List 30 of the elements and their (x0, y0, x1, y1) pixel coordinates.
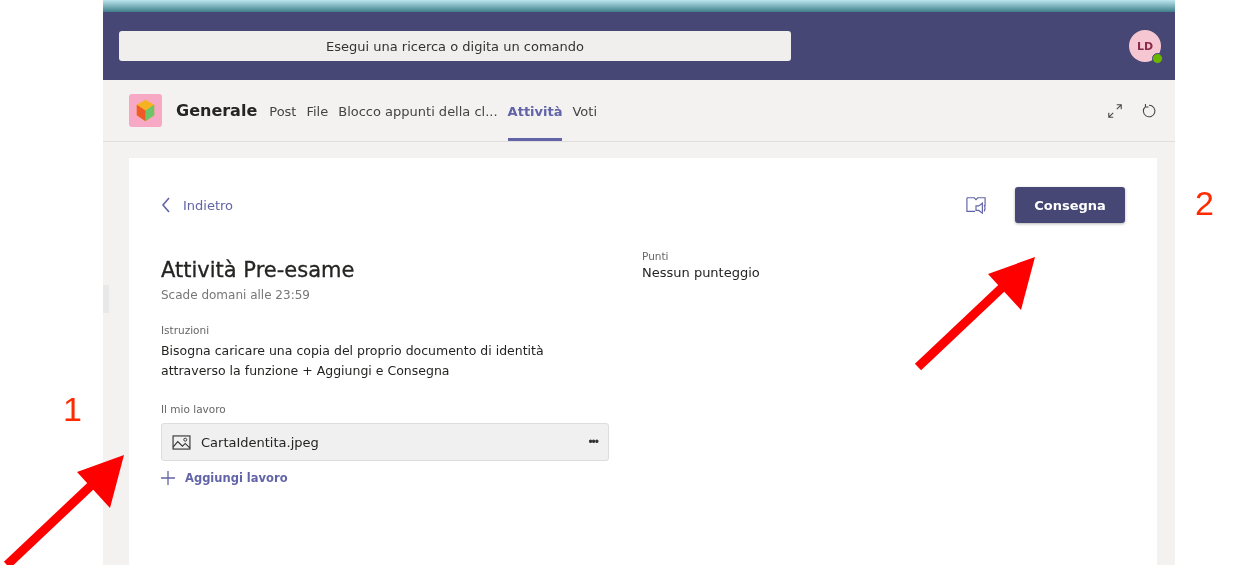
expand-icon[interactable] (1107, 102, 1123, 119)
assignment-title: Attività Pre-esame (161, 258, 356, 282)
immersive-reader-icon[interactable] (965, 195, 987, 215)
tab[interactable]: File (306, 83, 329, 141)
tab[interactable]: Blocco appunti della cl... (338, 83, 498, 141)
annotation-number: 1 (63, 390, 82, 429)
team-logo-icon (129, 94, 162, 127)
add-work-link[interactable]: Aggiungi lavoro (161, 471, 288, 485)
points-value: Nessun punteggio (642, 265, 760, 280)
tab[interactable]: Voti (572, 83, 598, 141)
back-link[interactable]: Indietro (161, 197, 234, 213)
file-name: CartaIdentita.jpeg (201, 434, 319, 450)
submit-button[interactable]: Consegna (1015, 187, 1125, 223)
due-date: Scade domani alle 23:59 (161, 288, 311, 302)
instructions-label: Istruzioni (161, 324, 211, 336)
avatar[interactable]: LD (1129, 30, 1161, 62)
tab[interactable]: Attività (507, 83, 563, 141)
annotation-number: 2 (1195, 184, 1214, 223)
image-file-icon (172, 434, 191, 450)
plus-icon (161, 471, 175, 485)
more-options-button[interactable]: ••• (588, 435, 598, 449)
points-label: Punti (642, 250, 670, 262)
instructions-text: Bisogna caricare una copia del proprio documento di identità attraverso la funzione + Aggiungi e Consegna (161, 342, 545, 380)
tab[interactable]: Post (269, 83, 297, 141)
chevron-left-icon (161, 197, 171, 213)
search-field[interactable]: Esegui una ricerca o digita un comando (119, 31, 791, 61)
refresh-icon[interactable] (1141, 102, 1157, 119)
work-label: Il mio lavoro (161, 403, 227, 415)
channel-name: Generale (176, 101, 258, 120)
file-item[interactable]: CartaIdentita.jpeg ••• (161, 423, 609, 461)
